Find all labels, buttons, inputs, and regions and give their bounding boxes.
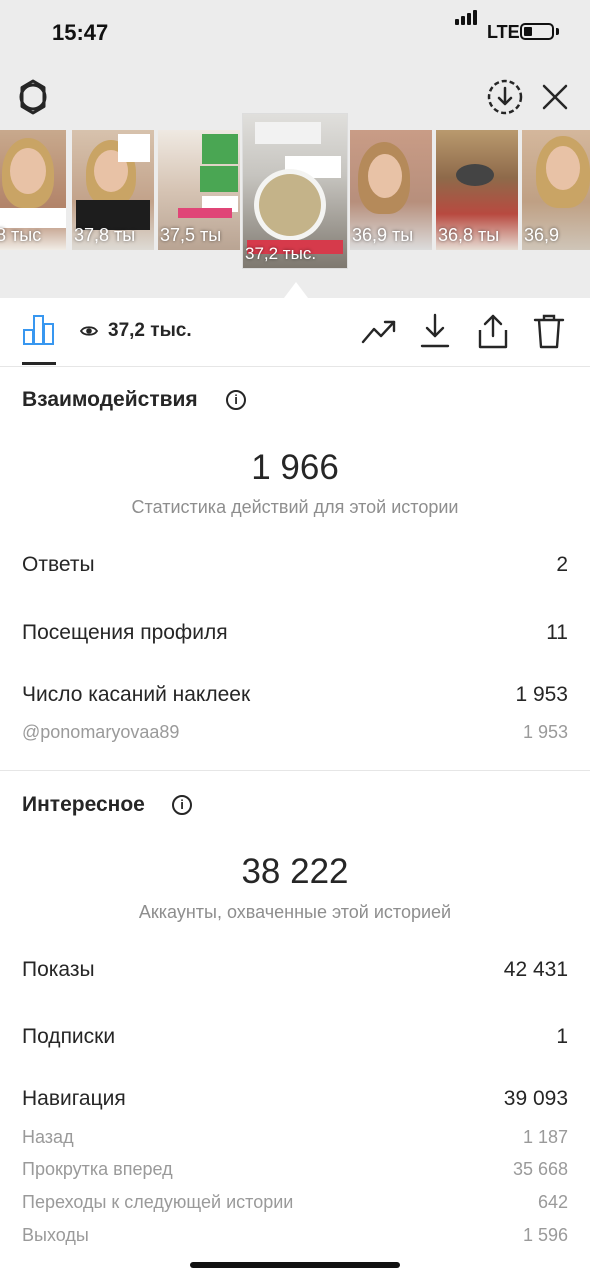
stat-value: 1: [556, 1025, 568, 1048]
story-views: 36,9: [524, 225, 560, 245]
story-views: 37,8 ты: [74, 225, 136, 245]
info-icon[interactable]: i: [172, 795, 192, 815]
status-bar: 15:47 LTE: [0, 0, 590, 64]
status-time: 15:47: [52, 20, 109, 45]
discovery-total: 38 222: [241, 852, 349, 891]
active-tab-indicator: [22, 362, 56, 365]
story-views-count: 37,2 тыс.: [108, 320, 192, 341]
story-views: 36,8 ты: [438, 225, 500, 245]
stat-label: Ответы: [22, 553, 95, 576]
trend-icon[interactable]: [360, 314, 398, 348]
network-label: LTE: [487, 22, 520, 42]
stat-label: Переходы к следующей истории: [22, 1192, 294, 1212]
insights-toolbar: 37,2 тыс.: [0, 298, 590, 367]
download-icon[interactable]: [418, 312, 452, 350]
close-icon[interactable]: [540, 82, 570, 112]
story-views: 37,2 тыс.: [245, 244, 317, 263]
discovery-title: Интересное: [22, 793, 145, 816]
stat-label: Подписки: [22, 1025, 116, 1048]
story-thumbnail[interactable]: 38 тыс: [0, 130, 66, 250]
battery-icon: [520, 23, 554, 40]
discovery-caption: Аккаунты, охваченные этой историей: [138, 902, 452, 922]
interactions-total: 1 966: [251, 448, 339, 487]
stat-value: 1 953: [515, 683, 568, 706]
bar-chart-icon[interactable]: [22, 312, 56, 346]
stat-value: 642: [537, 1192, 568, 1212]
stat-label: Выходы: [22, 1225, 89, 1245]
stat-label: Число касаний наклеек: [22, 683, 251, 706]
story-views: 38 тыс: [0, 225, 42, 245]
interactions-caption: Статистика действий для этой истории: [131, 497, 459, 517]
stat-value: 11: [546, 621, 568, 644]
home-indicator[interactable]: [190, 1262, 400, 1268]
download-story-icon[interactable]: [486, 78, 524, 116]
trash-icon[interactable]: [532, 312, 566, 350]
stat-value: 1 596: [522, 1225, 568, 1245]
stat-label: Навигация: [22, 1087, 126, 1110]
interactions-title: Взаимодействия: [22, 388, 198, 411]
stat-value: 42 431: [503, 958, 568, 981]
story-thumbnail[interactable]: 36,9 ты: [350, 130, 432, 250]
story-thumbnail-strip[interactable]: 38 тыс 37,8 ты 37,5 ты 37,2 тыс. 36,9: [0, 114, 590, 268]
stat-value: 2: [556, 553, 568, 576]
stat-value: 1 187: [522, 1127, 568, 1147]
story-header-area: 15:47 LTE 8 тыс 37,8 ты 37,5 ты 37,2 тыс…: [0, 0, 590, 298]
story-thumbnail-selected[interactable]: 37,2 тыс.: [243, 114, 347, 268]
info-icon[interactable]: i: [226, 390, 246, 410]
stat-label: Назад: [22, 1127, 74, 1147]
story-thumbnail[interactable]: 36,8 ты: [436, 130, 518, 250]
stat-value: 1 953: [522, 722, 568, 742]
stat-value: 39 093: [503, 1087, 568, 1110]
story-views: 37,5 ты: [160, 225, 222, 245]
story-thumbnail[interactable]: 37,5 ты: [158, 130, 240, 250]
stat-value: 35 668: [512, 1159, 568, 1179]
stat-label: @ponomaryovaa89: [22, 722, 180, 742]
share-icon[interactable]: [476, 312, 510, 350]
stat-label: Прокрутка вперед: [22, 1159, 173, 1179]
section-divider: [0, 770, 590, 771]
story-thumbnail[interactable]: 36,9: [522, 130, 590, 250]
stat-label: Посещения профиля: [22, 621, 228, 644]
story-thumbnail[interactable]: 37,8 ты: [72, 130, 154, 250]
stat-label: Показы: [22, 958, 95, 981]
eye-icon: [79, 322, 99, 340]
gear-icon[interactable]: [14, 78, 52, 116]
story-views: 36,9 ты: [352, 225, 414, 245]
